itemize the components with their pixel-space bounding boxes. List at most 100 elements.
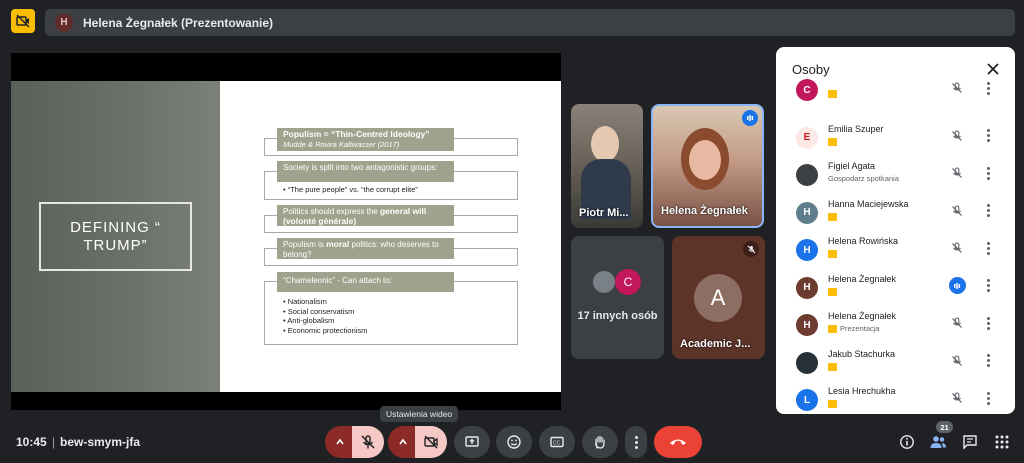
more-vert-icon[interactable]: [981, 79, 995, 97]
speaking-icon: [742, 110, 758, 126]
slide-bullet-5-2: • Social conservatism: [283, 306, 355, 316]
participant-name: Helena Rowińska: [828, 236, 899, 246]
presenter-avatar: H: [55, 13, 73, 32]
participant-name: Piotr Mi...: [579, 207, 629, 219]
participant-tile-others[interactable]: C 17 innych osób: [571, 236, 664, 359]
participant-row[interactable]: C: [776, 74, 1015, 110]
participant-name: Academic J...: [680, 338, 751, 350]
presentation-slide: DEFINING “ TRUMP” Populism = “Thin-Centr…: [11, 81, 561, 392]
avatar: A: [694, 274, 742, 322]
presentation-badge-icon: [828, 325, 837, 333]
slide-bullets-5: • Nationalism • Social conservatism • An…: [283, 297, 367, 335]
speaking-icon[interactable]: [948, 277, 966, 295]
status-badge-icon: [828, 212, 837, 221]
clock: 10:45: [16, 435, 47, 449]
more-vert-icon[interactable]: [981, 389, 995, 407]
captions-button[interactable]: CC: [539, 426, 575, 458]
participant-row[interactable]: Jakub Stachurka: [776, 347, 1015, 383]
participant-name: Helena Żegnałek: [661, 205, 748, 217]
leave-call-button[interactable]: [654, 426, 702, 458]
mic-off-icon: [361, 435, 375, 449]
participant-row[interactable]: Figiel Agata Gospodarz spotkania: [776, 159, 1015, 195]
chevron-up-icon: [335, 438, 344, 445]
slide-bullet-5-4: • Economic protectionism: [283, 325, 368, 335]
info-icon: [900, 435, 914, 449]
avatar: [591, 269, 617, 295]
camera-toggle-button[interactable]: [415, 426, 447, 458]
separator: |: [52, 435, 56, 449]
video-options-button[interactable]: [388, 426, 417, 458]
participant-row[interactable]: H Helena Żegnałek: [776, 272, 1015, 308]
participant-name: Hanna Maciejewska: [828, 198, 909, 209]
status-badge-icon: [828, 362, 837, 371]
slide-heading-4-pre: Populism is: [283, 240, 327, 249]
mic-toggle-button[interactable]: [352, 426, 384, 458]
avatar: L: [796, 389, 818, 411]
participant-row[interactable]: H Helena Żegnałek Prezentacja: [776, 309, 1015, 345]
slide-heading-3: Politics should express the general will…: [277, 205, 454, 226]
slide-title: DEFINING “ TRUMP”: [39, 202, 192, 271]
slide-heading-1-sub: Mudde & Rovira Kaltwasser (2017): [283, 139, 400, 149]
participant-role: Gospodarz spotkania: [828, 174, 899, 183]
chat-icon: [963, 435, 977, 450]
mic-off-icon[interactable]: [948, 389, 966, 407]
participant-video: [591, 126, 619, 162]
status-badge-icon: [828, 287, 837, 296]
participant-row[interactable]: E Emilia Szuper: [776, 122, 1015, 158]
more-vert-icon[interactable]: [981, 314, 995, 332]
meeting-code: bew-smym-jfa: [60, 435, 141, 449]
meeting-info-button[interactable]: [897, 432, 917, 452]
participant-row[interactable]: H Helena Rowińska: [776, 234, 1015, 270]
apps-grid-icon: [995, 435, 1009, 449]
people-icon: [930, 436, 946, 448]
mic-off-icon[interactable]: [948, 239, 966, 257]
more-vert-icon: [634, 435, 638, 449]
slide-heading-1: Populism = “Thin-Centred Ideology” Mudde…: [277, 128, 454, 151]
slide-bullet-5-3: • Anti-globalism: [283, 316, 335, 325]
mic-off-icon[interactable]: [948, 314, 966, 332]
mic-off-icon[interactable]: [948, 79, 966, 97]
participant-row[interactable]: L Lesia Hrechukha: [776, 384, 1015, 414]
more-vert-icon[interactable]: [981, 127, 995, 145]
status-badge-icon: [828, 137, 837, 146]
more-vert-icon[interactable]: [981, 352, 995, 370]
present-button[interactable]: [454, 426, 490, 458]
participant-name: Jakub Stachurka: [828, 348, 896, 359]
participant-video: [689, 140, 721, 180]
participant-row[interactable]: H Hanna Maciejewska: [776, 197, 1015, 233]
mic-off-icon[interactable]: [948, 127, 966, 145]
more-options-button[interactable]: [625, 426, 647, 458]
presenter-bar: H Helena Żegnałek (Prezentowanie): [45, 9, 1015, 36]
participant-name: Figiel Agata: [828, 161, 876, 171]
more-vert-icon[interactable]: [981, 277, 995, 295]
participant-role: Prezentacja: [840, 324, 880, 333]
participant-name: Helena Żegnałek: [828, 273, 897, 284]
avatar: H: [796, 314, 818, 336]
avatar: [796, 164, 818, 186]
reactions-button[interactable]: [496, 426, 532, 458]
mic-off-icon[interactable]: [948, 352, 966, 370]
participant-tile-piotr[interactable]: Piotr Mi...: [571, 104, 643, 228]
avatar: C: [615, 269, 641, 295]
people-button[interactable]: [928, 432, 948, 452]
audio-options-button[interactable]: [325, 426, 354, 458]
mic-off-icon[interactable]: [948, 202, 966, 220]
slide-heading-4: Populism is moral politics: who deserves…: [277, 238, 454, 259]
avatar: C: [796, 79, 818, 101]
activities-button[interactable]: [992, 432, 1012, 452]
avatar: [796, 351, 818, 374]
more-vert-icon[interactable]: [981, 202, 995, 220]
slide-heading-1-text: Populism = “Thin-Centred Ideology”: [283, 129, 430, 139]
more-vert-icon[interactable]: [981, 164, 995, 182]
participant-tile-academic[interactable]: A Academic J...: [672, 236, 765, 359]
slide-bullet-5-1: • Nationalism: [283, 297, 327, 306]
chat-button[interactable]: [960, 432, 980, 452]
mic-off-icon[interactable]: [948, 164, 966, 182]
participant-tile-helena[interactable]: Helena Żegnałek: [651, 104, 764, 228]
more-vert-icon[interactable]: [981, 239, 995, 257]
slide-heading-4-bold: moral: [326, 239, 350, 249]
raise-hand-button[interactable]: [582, 426, 618, 458]
avatar: H: [796, 239, 818, 261]
svg-text:CC: CC: [553, 441, 561, 447]
chevron-up-icon: [398, 438, 407, 445]
